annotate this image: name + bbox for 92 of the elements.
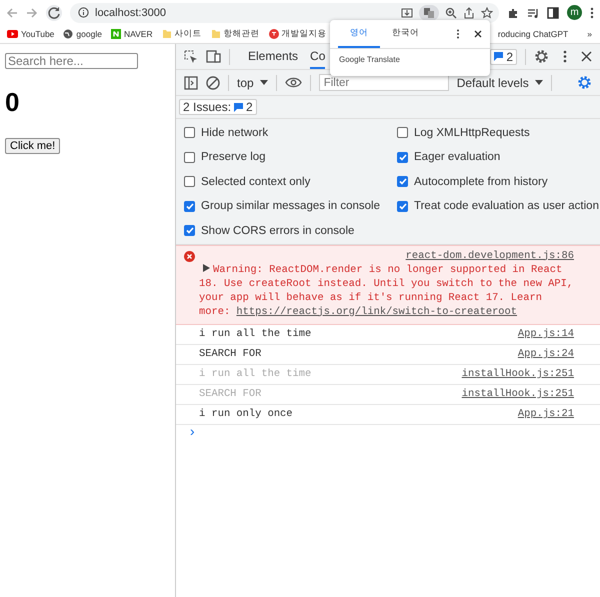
device-toolbar-icon[interactable] — [206, 50, 221, 63]
setting-option[interactable]: Autocomplete from history — [397, 172, 599, 192]
source-link[interactable]: App.js:14 — [518, 327, 574, 341]
search-field[interactable]: Search here... — [5, 53, 138, 69]
checkbox[interactable] — [397, 127, 408, 138]
error-message: Warning: ReactDOM.render is no longer supported in React 18. Use createRoot instead. Until you switch to the new API, your app will behave as if it's running React 17. Learn more: https://reactjs.org/link/switch-to-createroot — [199, 262, 574, 318]
message-icon — [234, 102, 244, 112]
console-settings-icon[interactable] — [577, 75, 592, 90]
source-link[interactable]: App.js:24 — [518, 347, 574, 361]
setting-option[interactable]: Treat code evaluation as user action — [397, 196, 599, 216]
issues-button[interactable]: 2 Issues: 2 — [179, 99, 257, 115]
folder-icon — [210, 29, 221, 39]
checkbox[interactable] — [184, 152, 195, 163]
bookmark[interactable]: google — [63, 29, 102, 39]
setting-option[interactable]: Eager evaluation — [397, 148, 599, 167]
translate-button[interactable] — [419, 4, 439, 20]
bookmark[interactable]: 사이트 — [162, 28, 202, 40]
zoom-icon[interactable] — [445, 6, 457, 18]
source-link[interactable]: installHook.js:251 — [462, 367, 574, 381]
source-link[interactable]: react-dom.development.js:86 — [406, 248, 574, 262]
source-link[interactable]: App.js:21 — [518, 407, 574, 421]
more-bookmarks-button[interactable]: » — [587, 29, 592, 39]
check-icon — [398, 154, 406, 161]
menu-icon[interactable] — [590, 6, 594, 18]
setting-option[interactable]: Log XMLHttpRequests — [397, 123, 599, 142]
install-icon[interactable] — [401, 6, 413, 18]
dropdown-icon — [260, 80, 268, 85]
log-message: SEARCH FOR — [199, 388, 262, 400]
profile-avatar[interactable]: m — [567, 5, 582, 20]
star-icon[interactable] — [481, 6, 493, 18]
folder-icon — [162, 29, 172, 39]
translate-icon — [423, 6, 435, 18]
docs-link[interactable]: https://reactjs.org/link/switch-to-createroot — [236, 306, 518, 318]
click-me-button[interactable]: Click me! — [5, 138, 60, 154]
reload-icon[interactable] — [46, 4, 62, 20]
bookmark[interactable]: NAVER — [110, 29, 153, 39]
console-prompt[interactable]: › — [176, 424, 208, 440]
setting-option[interactable]: Hide network — [184, 123, 397, 142]
bookmark[interactable]: roducing ChatGPT — [498, 29, 568, 39]
site-info-icon[interactable] — [78, 7, 89, 18]
sidebar-toggle-icon[interactable] — [184, 76, 198, 90]
log-message: SEARCH FOR — [199, 348, 262, 360]
bookmark[interactable]: 개발일지용 — [268, 28, 327, 40]
checkbox[interactable] — [397, 176, 408, 188]
more-options-icon[interactable] — [563, 50, 567, 63]
message-icon — [494, 52, 504, 61]
checkbox[interactable] — [397, 152, 408, 163]
setting-option[interactable]: Preserve log — [184, 148, 397, 167]
log-message: i run all the time — [199, 328, 312, 340]
setting-option[interactable]: Selected context only — [184, 172, 397, 192]
log-message: i run all the time — [199, 368, 312, 380]
checkbox[interactable] — [184, 127, 195, 138]
media-icon[interactable] — [527, 6, 539, 18]
inspect-element-icon[interactable] — [184, 50, 198, 64]
sidebar-icon[interactable] — [547, 6, 559, 18]
check-icon — [398, 178, 406, 186]
language-tab[interactable]: 한국어 — [380, 20, 431, 48]
eye-icon[interactable] — [284, 77, 302, 88]
setting-option[interactable]: Show CORS errors in console — [184, 221, 397, 240]
source-link[interactable]: installHook.js:251 — [462, 387, 574, 401]
checkbox[interactable] — [184, 200, 195, 212]
naver-logo-icon — [110, 29, 121, 39]
counter-value: 0 — [5, 87, 20, 118]
site-logo-icon — [268, 29, 279, 39]
expand-icon[interactable] — [203, 264, 210, 272]
close-icon[interactable] — [581, 51, 592, 62]
log-message: i run only once — [199, 408, 293, 420]
extensions-icon[interactable] — [507, 6, 519, 18]
dropdown-icon — [534, 80, 543, 85]
address-bar[interactable]: localhost:3000 — [70, 2, 499, 22]
devtools-tab[interactable]: Elements — [238, 44, 308, 69]
checkbox[interactable] — [397, 200, 408, 212]
check-icon — [186, 227, 194, 234]
popup-footer-label: Google Translate — [338, 54, 401, 66]
check-icon — [186, 202, 194, 210]
language-tab[interactable]: 영어 — [338, 20, 380, 48]
settings-icon[interactable] — [534, 49, 549, 64]
share-icon[interactable] — [463, 6, 475, 18]
error-icon — [184, 250, 195, 262]
close-icon[interactable] — [474, 30, 482, 38]
issues-badge[interactable]: 2 — [490, 48, 517, 64]
check-icon — [398, 202, 406, 210]
video-play-icon — [7, 30, 18, 38]
more-options-icon[interactable] — [456, 29, 460, 39]
checkbox[interactable] — [184, 176, 195, 188]
bookmark[interactable]: YouTube — [7, 29, 54, 39]
log-levels-dropdown[interactable]: Default levels — [456, 76, 543, 90]
checkbox[interactable] — [184, 225, 195, 236]
context-selector[interactable]: top — [237, 76, 268, 90]
clear-console-icon[interactable] — [206, 76, 220, 90]
setting-option[interactable]: Group similar messages in console — [184, 196, 397, 216]
bookmark[interactable]: 항해관련 — [210, 28, 260, 40]
